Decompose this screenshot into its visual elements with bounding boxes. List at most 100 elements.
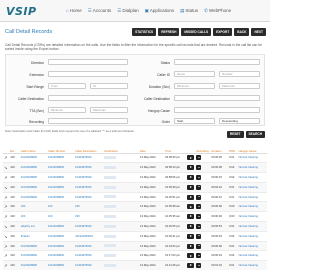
col-pdd[interactable]: PDD	[228, 143, 238, 154]
col-recording[interactable]: Recording	[195, 143, 211, 154]
filter-caller-destination-left: Caller Destination	[6, 95, 136, 102]
caller-destination-input[interactable]	[48, 95, 128, 101]
order-field-select[interactable]: Start	[174, 118, 215, 124]
cell-pdd: 0:00	[228, 201, 238, 213]
cell-time: 01:14:25 pm	[164, 260, 187, 270]
cell-play	[186, 182, 196, 193]
download-icon[interactable]	[196, 253, 202, 259]
download-icon[interactable]	[196, 243, 202, 249]
back-button[interactable]: BACK	[234, 28, 250, 36]
order-direction-select[interactable]: Descending	[219, 118, 260, 124]
nav-applications[interactable]: ▣Applications	[145, 8, 175, 14]
recording-select[interactable]	[48, 118, 128, 124]
cell-recording	[195, 221, 211, 232]
table-row[interactable]: ↘ 100 01133028800 01133028800 01464978030 13 …	[3, 182, 267, 193]
download-icon[interactable]	[196, 214, 202, 220]
cell-caller-destination: 01464978030	[74, 182, 104, 193]
table-row[interactable]: ↗ 100 01133028800 01133028800 01464978030 13 …	[3, 250, 267, 262]
cell-caller-destination: 01464978030	[74, 250, 104, 262]
play-icon[interactable]	[187, 184, 195, 190]
table-row[interactable]: ↗ 100 100 100 195 13 May 2024 10:35:48 am 00:00…	[3, 201, 267, 213]
col-destination[interactable]: Destination	[103, 143, 123, 154]
cell-date: 13 May 2024	[138, 172, 165, 183]
download-icon[interactable]	[196, 155, 202, 161]
table-row[interactable]: ↘ 100 01133028800 01133028800 01464978030 13 …	[3, 162, 267, 174]
play-icon[interactable]	[187, 155, 195, 161]
table-row[interactable]: ↗ 100 01133028800 01133028800 01464978030 13 …	[3, 153, 267, 164]
cell-pdd: 0:02	[228, 231, 238, 242]
nav-status[interactable]: ▤Status	[180, 8, 198, 14]
cell-play	[186, 153, 196, 164]
col-caller-name[interactable]: Caller Name	[19, 143, 47, 154]
direction-select[interactable]	[48, 59, 128, 65]
nav-home[interactable]: ⌂Home	[66, 8, 82, 14]
play-icon[interactable]	[187, 263, 195, 269]
table-row[interactable]: ↗ 100 01133028800 01133028800 01464978030 13 …	[3, 241, 267, 252]
page-title: Call Detail Records	[5, 29, 53, 35]
play-icon[interactable]	[187, 243, 195, 249]
export-button[interactable]: EXPORT	[213, 28, 233, 36]
download-icon[interactable]	[196, 165, 202, 171]
col-hangup-cause[interactable]: Hangup Cause	[237, 143, 267, 154]
table-row[interactable]: ↗ 100 01133028800 01133028800 01464978030 13 …	[3, 192, 267, 203]
start-to-input[interactable]: To	[90, 83, 128, 89]
play-icon[interactable]	[187, 194, 195, 200]
search-button[interactable]: SEARCH	[245, 131, 265, 138]
caller-destination-right-input[interactable]	[174, 95, 260, 101]
col-time[interactable]: Time	[164, 143, 187, 154]
nav-accounts[interactable]: ☰Accounts	[88, 8, 112, 14]
hangup-cause-select[interactable]	[174, 107, 260, 113]
missed-calls-button[interactable]: MISSED CALLS	[181, 28, 212, 36]
destination-tag	[104, 175, 117, 179]
play-icon[interactable]	[187, 223, 195, 229]
nav-dialplan[interactable]: ☰Dialplan	[117, 8, 138, 14]
app-logo[interactable]: VSIP	[6, 5, 37, 18]
download-icon[interactable]	[196, 233, 202, 239]
start-from-input[interactable]: From	[48, 83, 86, 89]
duration-max-input[interactable]: Maximum	[219, 83, 260, 89]
play-icon[interactable]	[187, 165, 195, 171]
table-row[interactable]: ↗ 100 01133028800 01133028800 01464978030 13 …	[3, 172, 267, 183]
cell-hangup-cause: Normal Clearing	[237, 241, 267, 252]
table-row[interactable]: ↘ 100 Ibrahim 01133028800 441923283001 13 May…	[3, 231, 267, 242]
table-row[interactable]: ↗ 100 100 100 195 13 May 2024 10:35:35 am 00:00…	[3, 211, 267, 223]
caller-id-number-input[interactable]: Number	[219, 71, 260, 77]
tta-min-input[interactable]: Minimum	[48, 107, 86, 113]
play-icon[interactable]	[187, 214, 195, 220]
nav-webphone[interactable]: ✆WebPhone	[204, 8, 231, 14]
caller-id-name-input[interactable]: Name	[174, 71, 215, 77]
download-icon[interactable]	[196, 223, 202, 229]
reset-button[interactable]: RESET	[226, 131, 244, 138]
cell-recording	[195, 201, 211, 213]
duration-min-input[interactable]: Minimum	[174, 83, 215, 89]
filter-recording: Recording	[6, 118, 136, 125]
tta-max-input[interactable]: Maximum	[90, 107, 128, 113]
cell-play	[186, 241, 196, 252]
cell-hangup-cause: Normal Clearing	[237, 260, 267, 270]
col-date[interactable]: Date	[138, 143, 165, 154]
table-row[interactable]: ↗ 100 01133028800 01133028800 01464978030 13 …	[3, 260, 267, 270]
download-icon[interactable]	[196, 174, 202, 180]
cell-ext: 100	[9, 250, 20, 262]
col-caller-destination[interactable]: Caller Destination	[74, 143, 104, 154]
play-icon[interactable]	[187, 174, 195, 180]
cell-duration: 00:00:53	[210, 221, 229, 232]
webphone-icon: ✆	[204, 8, 208, 13]
download-icon[interactable]	[196, 184, 202, 190]
statistics-button[interactable]: STATISTICS	[132, 28, 157, 36]
table-row[interactable]: ↘ 100 sidarthy svc 01133028800 01464978030 13…	[3, 221, 267, 232]
cell-pdd: 0:02	[228, 162, 238, 174]
download-icon[interactable]	[196, 194, 202, 200]
download-icon[interactable]	[196, 204, 202, 210]
col-duration[interactable]: Duration	[210, 143, 229, 154]
refresh-button[interactable]: REFRESH	[158, 28, 180, 36]
next-button[interactable]: NEXT	[251, 28, 266, 36]
extension-select[interactable]	[48, 71, 128, 77]
col-caller-number[interactable]: Caller Number	[46, 143, 75, 154]
play-icon[interactable]	[187, 204, 195, 210]
col-ext[interactable]: Ext.	[9, 143, 20, 154]
status-select[interactable]	[174, 59, 260, 65]
download-icon[interactable]	[196, 263, 202, 269]
play-icon[interactable]	[187, 233, 195, 239]
play-icon[interactable]	[187, 253, 195, 259]
